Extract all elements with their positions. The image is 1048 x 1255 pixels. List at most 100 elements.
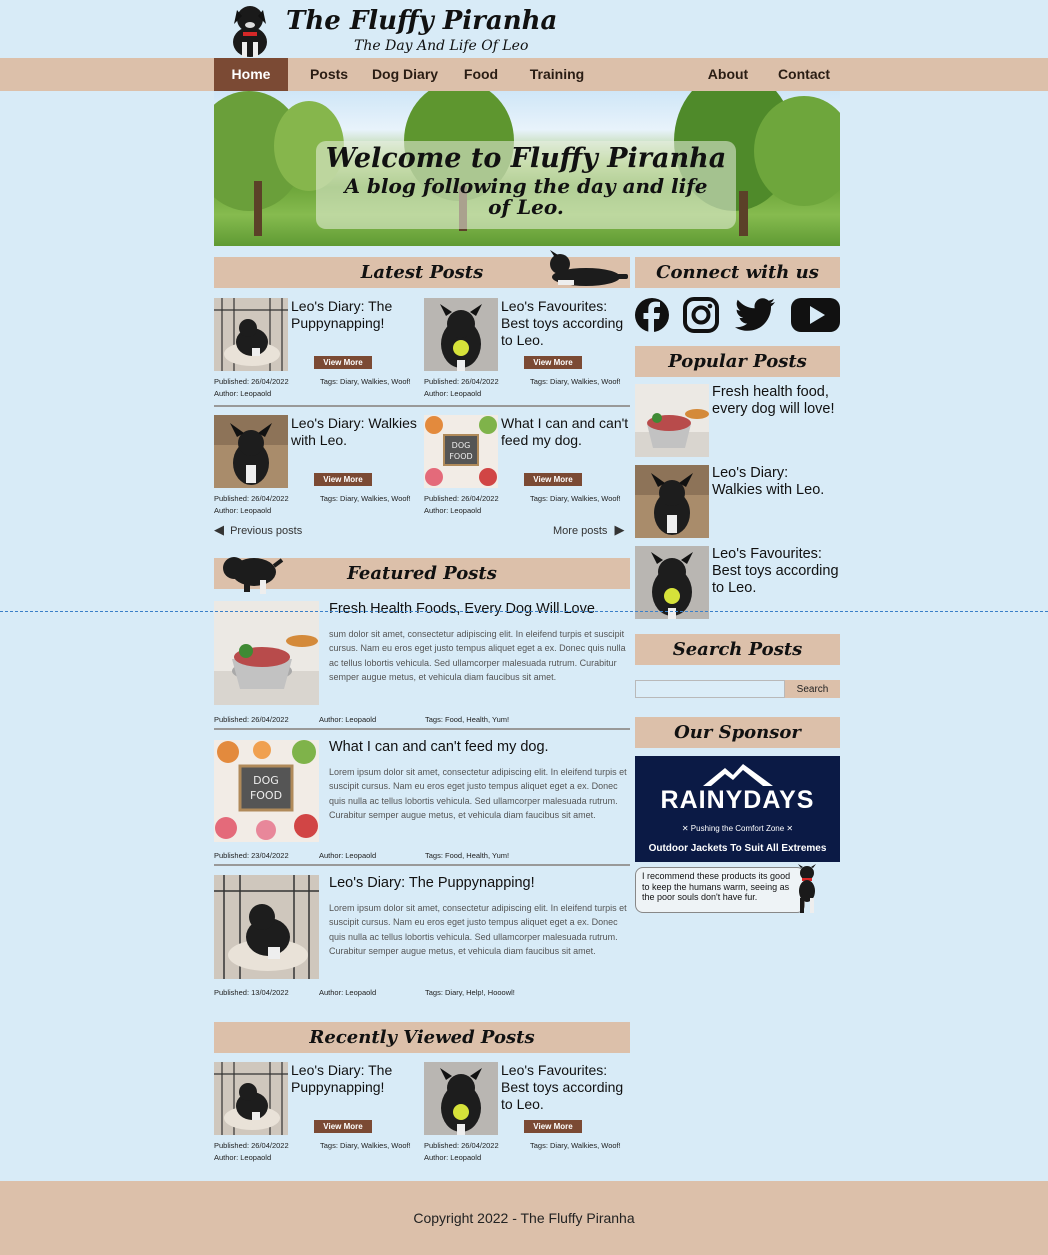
post-title[interactable]: Leo's Diary: The Puppynapping! (291, 298, 421, 332)
post-tags: Tags: Food, Health, Yum! (425, 715, 510, 724)
featured-post-title[interactable]: Fresh Health Foods, Every Dog Will Love (329, 601, 595, 617)
popular-post[interactable]: Fresh health food, every dog will love! (635, 384, 840, 458)
puppy-rocks-thumb[interactable] (214, 415, 288, 488)
sitting-dog-icon (223, 557, 284, 594)
featured-post[interactable]: Fresh Health Foods, Every Dog Will Love … (214, 601, 630, 731)
view-more-button[interactable]: View More (314, 1120, 372, 1133)
post-title[interactable]: Leo's Favourites: Best toys according to… (501, 298, 631, 349)
nav-dog-diary[interactable]: Dog Diary (366, 58, 444, 91)
nav-training[interactable]: Training (520, 58, 594, 91)
post-published: Published: 26/04/2022 (214, 377, 289, 386)
post-published: Published: 26/04/2022 (214, 1141, 289, 1150)
puppy-ball-thumb[interactable] (424, 1062, 498, 1135)
site-title[interactable]: The Fluffy Piranha (286, 6, 557, 36)
view-more-button[interactable]: View More (524, 1120, 582, 1133)
instagram-icon[interactable] (683, 297, 719, 333)
popular-post[interactable]: Leo's Favourites: Best toys according to… (635, 546, 840, 620)
speech-bubble: I recommend these products its good to k… (635, 867, 805, 913)
post-author: Author: Leopaold (319, 715, 377, 724)
svg-text:FOOD: FOOD (449, 452, 472, 461)
latest-post-card[interactable]: Leo's Favourites: Best toys according to… (424, 298, 630, 398)
featured-post[interactable]: Leo's Diary: The Puppynapping! Lorem ips… (214, 875, 630, 1005)
popular-posts-heading: Popular Posts (635, 346, 840, 377)
post-author: Author: Leopaold (424, 389, 482, 398)
view-more-button[interactable]: View More (314, 356, 372, 369)
main-nav: Home Posts Dog Diary Food Training About… (0, 58, 1048, 91)
post-title[interactable]: What I can and can't feed my dog. (501, 415, 631, 449)
sponsor-banner[interactable]: RAINYDAYS ✕ Pushing the Comfort Zone ✕ O… (635, 756, 840, 862)
post-published: Published: 26/04/2022 (214, 715, 289, 724)
svg-text:DOG: DOG (452, 441, 471, 450)
featured-post[interactable]: DOG FOOD What I can and can't feed my do… (214, 739, 630, 869)
post-tags: Tags: Diary, Walkies, Woof! (530, 1141, 621, 1150)
post-title[interactable]: Leo's Diary: Walkies with Leo. (291, 415, 421, 449)
popular-post[interactable]: Leo's Diary: Walkies with Leo. (635, 465, 840, 539)
puppy-crate-thumb[interactable] (214, 298, 288, 371)
featured-post-title[interactable]: Leo's Diary: The Puppynapping! (329, 875, 535, 891)
latest-post-card[interactable]: Leo's Diary: The Puppynapping! View More… (214, 298, 420, 398)
more-posts-link[interactable]: More posts ▶ (553, 522, 624, 538)
nav-contact[interactable]: Contact (770, 58, 838, 91)
featured-post-excerpt: sum dolor sit amet, consectetur adipisci… (329, 629, 626, 682)
puppy-rocks-thumb[interactable] (635, 465, 709, 538)
post-published: Published: 26/04/2022 (214, 494, 289, 503)
popular-post-title[interactable]: Leo's Diary: Walkies with Leo. (712, 465, 840, 499)
view-more-button[interactable]: View More (314, 473, 372, 486)
hero-banner: Welcome to Fluffy Piranha A blog followi… (214, 91, 840, 246)
recently-viewed-heading: Recently Viewed Posts (214, 1022, 630, 1053)
recent-post-card[interactable]: Leo's Diary: The Puppynapping! View More… (214, 1062, 420, 1162)
puppy-crate-image[interactable] (214, 875, 319, 979)
hero-text-box: Welcome to Fluffy Piranha A blog followi… (316, 141, 736, 229)
nav-posts[interactable]: Posts (298, 58, 360, 91)
previous-posts-label: Previous posts (230, 525, 303, 537)
facebook-icon[interactable] (634, 297, 670, 333)
search-button[interactable]: Search (785, 680, 840, 698)
site-tagline: The Day And Life Of Leo (354, 38, 529, 54)
puppy-ball-thumb[interactable] (635, 546, 709, 619)
post-tags: Tags: Diary, Help!, Hooowl! (425, 988, 515, 997)
latest-post-card[interactable]: Leo's Diary: Walkies with Leo. View More… (214, 415, 420, 515)
post-tags: Tags: Diary, Walkies, Woof! (320, 494, 411, 503)
view-more-button[interactable]: View More (524, 356, 582, 369)
dog-food-thumb[interactable]: DOG FOOD (424, 415, 498, 488)
featured-post-excerpt: Lorem ipsum dolor sit amet, consectetur … (329, 903, 627, 956)
sponsor-name: RAINYDAYS (660, 786, 815, 814)
left-arrow-icon: ◀ (214, 522, 224, 537)
featured-post-title[interactable]: What I can and can't feed my dog. (329, 739, 549, 755)
dog-logo-icon (233, 6, 267, 57)
nav-food[interactable]: Food (452, 58, 510, 91)
dog-food-image[interactable]: DOG FOOD (214, 739, 319, 843)
post-author: Author: Leopaold (319, 851, 377, 860)
hero-subtitle: A blog following the day and life of Leo… (344, 174, 708, 219)
search-input[interactable] (635, 680, 785, 698)
post-author: Author: Leopaold (424, 1153, 482, 1162)
recent-post-card[interactable]: Leo's Favourites: Best toys according to… (424, 1062, 630, 1162)
post-tags: Tags: Diary, Walkies, Woof! (320, 377, 411, 386)
post-published: Published: 13/04/2022 (214, 988, 289, 997)
fresh-food-bowl-thumb[interactable] (635, 384, 709, 457)
popular-post-title[interactable]: Leo's Favourites: Best toys according to… (712, 546, 840, 597)
previous-posts-link[interactable]: ◀ Previous posts (214, 522, 302, 538)
more-posts-label: More posts (553, 525, 608, 537)
youtube-icon[interactable] (791, 297, 840, 333)
popular-post-title[interactable]: Fresh health food, every dog will love! (712, 384, 840, 418)
site-header: The Fluffy Piranha The Day And Life Of L… (214, 0, 840, 58)
nav-home[interactable]: Home (214, 58, 288, 91)
page-fold-guide (0, 611, 1048, 612)
post-tags: Tags: Food, Health, Yum! (425, 851, 510, 860)
post-title[interactable]: Leo's Diary: The Puppynapping! (291, 1062, 421, 1096)
post-published: Published: 23/04/2022 (214, 851, 289, 860)
sponsor-line: ✕ Pushing the Comfort Zone ✕ (681, 824, 794, 833)
fresh-food-bowl-image[interactable] (214, 601, 319, 705)
divider (214, 728, 630, 730)
post-author: Author: Leopaold (214, 1153, 272, 1162)
view-more-button[interactable]: View More (524, 473, 582, 486)
twitter-icon[interactable] (734, 297, 776, 333)
post-title[interactable]: Leo's Favourites: Best toys according to… (501, 1062, 631, 1113)
puppy-crate-thumb[interactable] (214, 1062, 288, 1135)
post-published: Published: 26/04/2022 (424, 377, 499, 386)
nav-about[interactable]: About (698, 58, 758, 91)
post-tags: Tags: Diary, Walkies, Woof! (320, 1141, 411, 1150)
puppy-ball-thumb[interactable] (424, 298, 498, 371)
latest-post-card[interactable]: DOG FOOD What I can and can't feed my do… (424, 415, 630, 515)
